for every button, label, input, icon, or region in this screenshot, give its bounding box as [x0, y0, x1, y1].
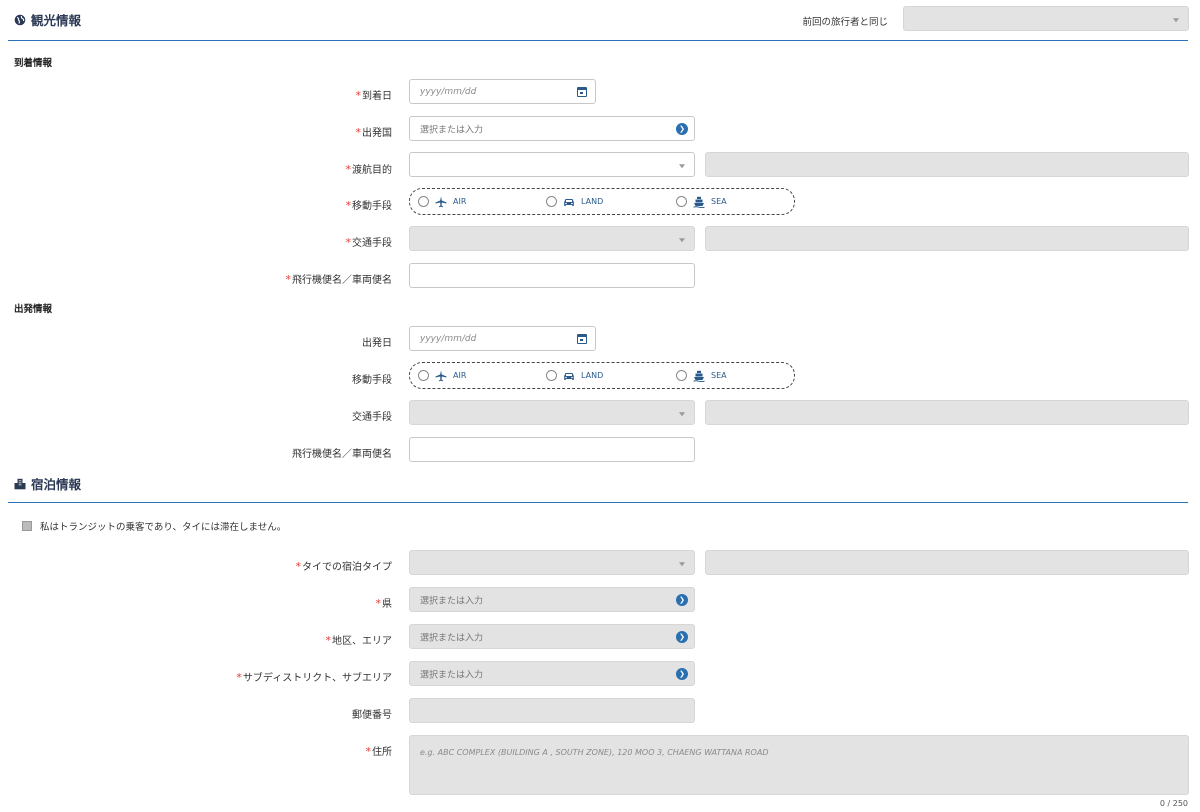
district-label: *地区、エリア — [325, 634, 393, 647]
postal-code-input[interactable] — [409, 698, 695, 723]
district-select[interactable]: 選択または入力 ❯ — [409, 624, 695, 649]
subdistrict-label: *サブディストリクト、サブエリア — [236, 671, 392, 684]
radio-button[interactable] — [418, 370, 429, 381]
arrival-mode-air[interactable]: AIR — [418, 196, 466, 208]
arrival-subtitle: 到着情報 — [14, 58, 53, 69]
ship-icon — [693, 196, 705, 208]
sightseeing-title: 観光情報 — [31, 13, 82, 28]
address-placeholder: e.g. ABC COMPLEX (BUILDING A , SOUTH ZON… — [420, 748, 769, 757]
calendar-icon[interactable] — [577, 86, 587, 97]
departure-travel-mode-label: 移動手段 — [352, 375, 392, 386]
arrival-travel-mode-group: AIR LAND SEA — [409, 188, 795, 215]
chevron-down-icon — [679, 561, 685, 566]
chevron-down-icon: ❯ — [676, 122, 688, 135]
departure-transport-select[interactable] — [409, 400, 695, 425]
purpose-other-input[interactable] — [705, 152, 1189, 177]
arrival-mode-sea[interactable]: SEA — [676, 196, 727, 208]
radio-button[interactable] — [676, 370, 687, 381]
departure-mode-air[interactable]: AIR — [418, 370, 466, 382]
purpose-label: *渡航目的 — [345, 163, 393, 176]
building-icon — [14, 478, 26, 489]
transit-option[interactable]: 私はトランジットの乗客であり、タイには滞在しません。 — [22, 519, 286, 533]
airplane-icon — [435, 370, 447, 381]
province-placeholder: 選択または入力 — [420, 596, 484, 606]
district-placeholder: 選択または入力 — [420, 633, 484, 643]
chevron-down-icon — [679, 411, 685, 416]
globe-icon — [14, 14, 26, 25]
purpose-select[interactable] — [409, 152, 695, 177]
address-char-counter: 0 / 250 — [1159, 799, 1188, 808]
departure-mode-sea[interactable]: SEA — [676, 370, 727, 382]
chevron-down-icon — [1173, 17, 1179, 22]
divider — [8, 502, 1188, 503]
departure-country-placeholder: 選択または入力 — [420, 125, 484, 135]
departure-date-label: 出発日 — [362, 338, 392, 349]
radio-button[interactable] — [546, 370, 557, 381]
radio-button[interactable] — [418, 196, 429, 207]
arrival-date-label: *到着日 — [355, 89, 393, 102]
departure-mode-land[interactable]: LAND — [546, 370, 603, 382]
chevron-down-icon: ❯ — [676, 630, 688, 643]
chevron-down-icon — [679, 163, 685, 168]
departure-transport-label: 交通手段 — [352, 412, 392, 423]
calendar-icon[interactable] — [577, 333, 587, 344]
chevron-down-icon: ❯ — [676, 593, 688, 606]
province-select[interactable]: 選択または入力 ❯ — [409, 587, 695, 612]
arrival-date-input[interactable]: yyyy/mm/dd — [409, 79, 596, 104]
arrival-transport-select[interactable] — [409, 226, 695, 251]
transit-checkbox[interactable] — [22, 521, 32, 531]
departure-travel-mode-group: AIR LAND SEA — [409, 362, 795, 389]
accommodation-section-title: 宿泊情報 — [14, 474, 81, 493]
departure-flight-input[interactable] — [409, 437, 695, 462]
address-textarea[interactable]: e.g. ABC COMPLEX (BUILDING A , SOUTH ZON… — [409, 735, 1189, 795]
subdistrict-select[interactable]: 選択または入力 ❯ — [409, 661, 695, 686]
divider — [8, 40, 1188, 41]
radio-button[interactable] — [546, 196, 557, 207]
chevron-down-icon — [679, 237, 685, 242]
province-label: *県 — [375, 597, 393, 610]
arrival-transport-label: *交通手段 — [345, 236, 393, 249]
arrival-travel-mode-label: *移動手段 — [345, 199, 393, 212]
sightseeing-section-title: 観光情報 — [14, 10, 81, 29]
stay-type-label: *タイでの宿泊タイプ — [295, 560, 393, 573]
subdistrict-placeholder: 選択または入力 — [420, 670, 484, 680]
radio-button[interactable] — [676, 196, 687, 207]
car-icon — [564, 372, 574, 380]
stay-type-select[interactable] — [409, 550, 695, 575]
departure-date-input[interactable]: yyyy/mm/dd — [409, 326, 596, 351]
departure-transport-other-input[interactable] — [705, 400, 1189, 425]
postal-code-label: 郵便番号 — [352, 710, 392, 721]
departure-country-label: *出発国 — [355, 126, 393, 139]
arrival-mode-land[interactable]: LAND — [546, 196, 603, 208]
ship-icon — [693, 370, 705, 382]
chevron-down-icon: ❯ — [676, 667, 688, 680]
same-as-previous-label: 前回の旅行者と同じ — [802, 17, 888, 28]
accommodation-title: 宿泊情報 — [31, 477, 82, 492]
address-label: *住所 — [365, 745, 393, 758]
departure-date-placeholder: yyyy/mm/dd — [420, 333, 477, 344]
arrival-flight-label: *飛行機便名／車両便名 — [285, 273, 393, 286]
stay-type-other-input[interactable] — [705, 550, 1189, 575]
transit-checkbox-label: 私はトランジットの乗客であり、タイには滞在しません。 — [40, 522, 287, 533]
departure-country-select[interactable]: 選択または入力 ❯ — [409, 116, 695, 141]
departure-subtitle: 出発情報 — [14, 304, 53, 315]
airplane-icon — [435, 196, 447, 207]
arrival-date-placeholder: yyyy/mm/dd — [420, 86, 477, 97]
departure-flight-label: 飛行機便名／車両便名 — [292, 449, 392, 460]
arrival-transport-other-input[interactable] — [705, 226, 1189, 251]
car-icon — [564, 198, 574, 206]
arrival-flight-input[interactable] — [409, 263, 695, 288]
same-as-previous-select[interactable] — [903, 6, 1189, 31]
